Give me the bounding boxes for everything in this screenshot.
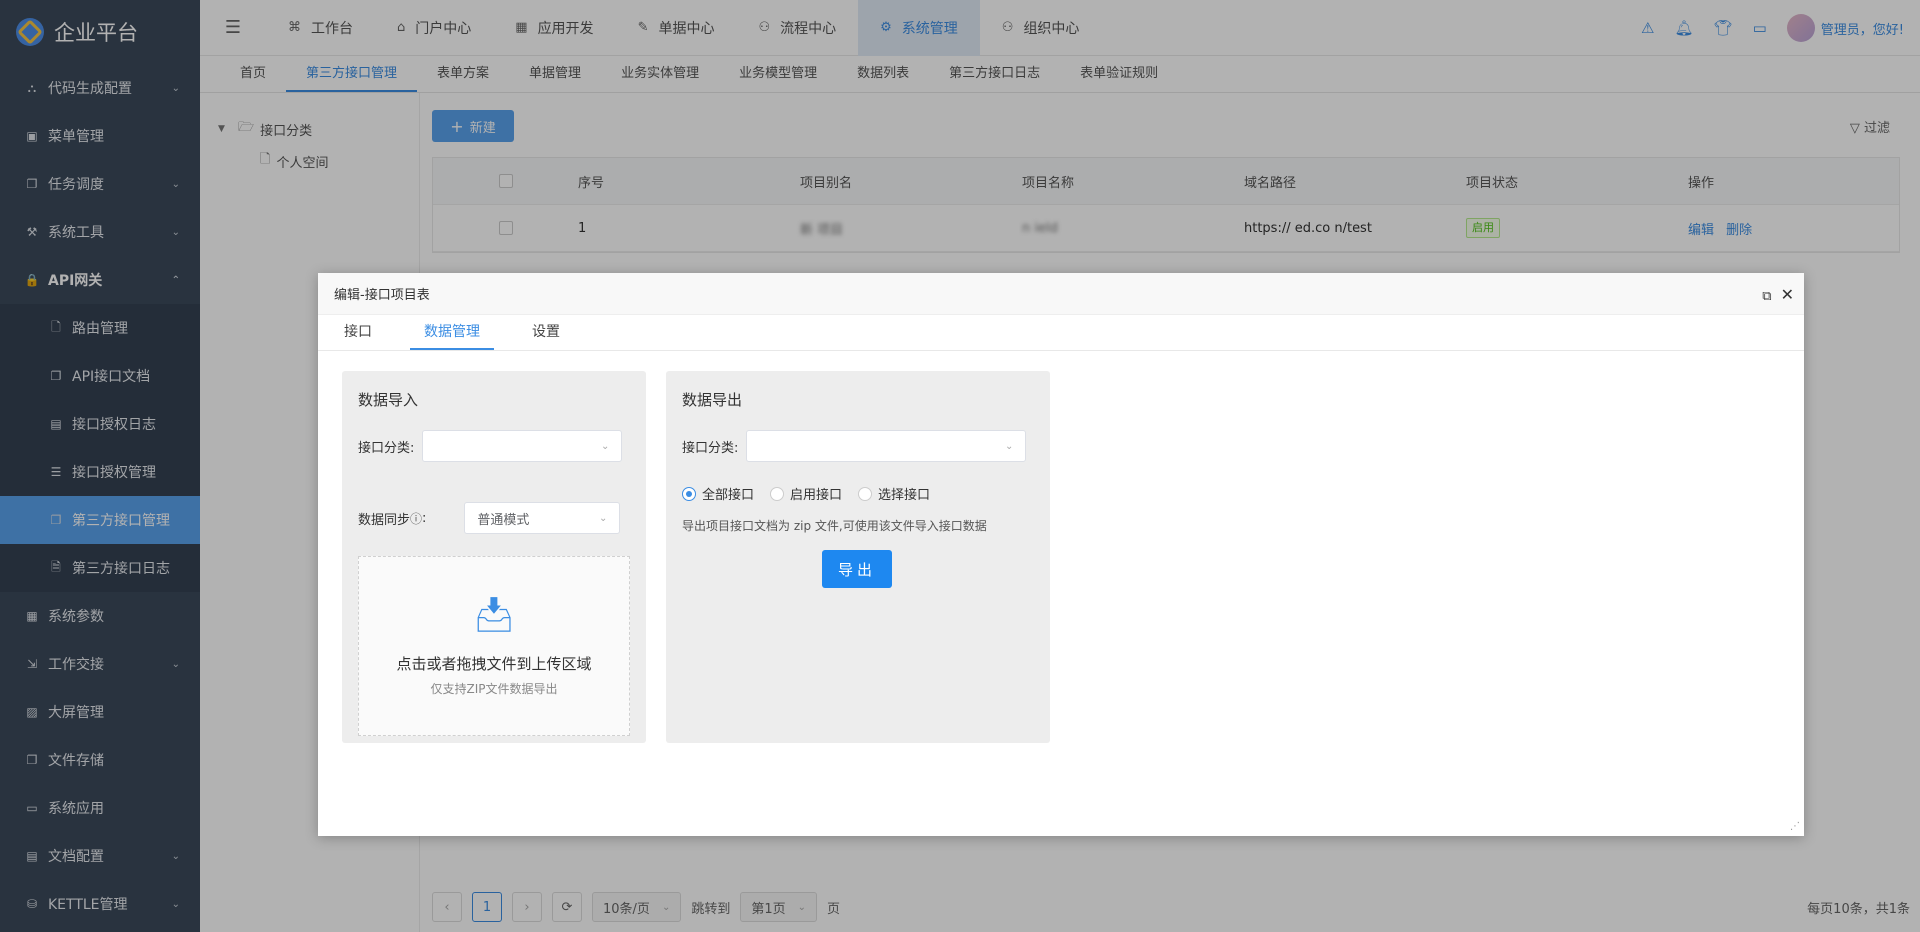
export-title: 数据导出 bbox=[682, 391, 743, 409]
modal-header: 编辑-接口项目表 ⧉ ✕ bbox=[318, 273, 1804, 315]
modal-tab-1[interactable]: 数据管理 bbox=[410, 315, 494, 350]
radio-enabled[interactable]: 启用接口 bbox=[770, 484, 842, 503]
export-category-label: 接口分类: bbox=[682, 440, 739, 456]
upload-tip-text: 仅支持ZIP文件数据导出 bbox=[430, 682, 558, 696]
maximize-icon[interactable]: ⧉ bbox=[1762, 289, 1771, 304]
radio-unchecked-icon bbox=[770, 486, 785, 501]
export-scope-radios: 全部接口 启用接口 选择接口 bbox=[682, 484, 1034, 503]
export-button[interactable]: 导出 bbox=[822, 550, 892, 588]
modal-tab-0[interactable]: 接口 bbox=[330, 315, 386, 350]
sync-label-suffix: : bbox=[422, 510, 427, 526]
radio-checked-icon bbox=[682, 486, 696, 501]
sync-mode-value: 普通模式 bbox=[477, 512, 530, 528]
resize-handle-icon[interactable]: ⋰ bbox=[1790, 821, 1800, 832]
export-hint: 导出项目接口文档为 zip 文件,可使用该文件导入接口数据 bbox=[682, 519, 987, 533]
upload-dropzone[interactable]: 📥︎ 点击或者拖拽文件到上传区域 仅支持ZIP文件数据导出 bbox=[358, 556, 630, 736]
modal-title: 编辑-接口项目表 bbox=[334, 288, 430, 303]
import-category-label: 接口分类: bbox=[358, 440, 415, 456]
chevron-down-icon: ⌄ bbox=[601, 440, 610, 452]
upload-main-text: 点击或者拖拽文件到上传区域 bbox=[396, 655, 592, 673]
modal-tab-2[interactable]: 设置 bbox=[518, 315, 574, 350]
export-card: 数据导出 接口分类: ⌄ 全部接口 启用接口 选择接口 导出项目接口文档为 zi… bbox=[666, 371, 1050, 743]
radio-select[interactable]: 选择接口 bbox=[858, 484, 930, 503]
chevron-down-icon: ⌄ bbox=[1005, 440, 1014, 452]
export-category-select[interactable]: ⌄ bbox=[746, 430, 1027, 462]
help-icon[interactable]: ⓘ bbox=[410, 510, 422, 527]
import-title: 数据导入 bbox=[358, 391, 419, 409]
radio-unchecked-icon bbox=[858, 486, 873, 501]
close-icon[interactable]: ✕ bbox=[1781, 285, 1794, 304]
edit-project-modal: 编辑-接口项目表 ⧉ ✕ 接口 数据管理 设置 数据导入 接口分类: ⌄ 数据同步 … bbox=[318, 273, 1804, 836]
import-category-select[interactable]: ⌄ bbox=[422, 430, 623, 462]
inbox-icon: 📥︎ bbox=[472, 595, 516, 635]
chevron-down-icon: ⌄ bbox=[599, 512, 608, 524]
modal-tabs: 接口 数据管理 设置 bbox=[318, 315, 1804, 351]
sync-label: 数据同步 bbox=[358, 512, 411, 528]
import-card: 数据导入 接口分类: ⌄ 数据同步 ⓘ : 普通模式 ⌄ 📥︎ 点击或者拖拽文件… bbox=[342, 371, 646, 743]
sync-mode-select[interactable]: 普通模式 ⌄ bbox=[464, 502, 621, 534]
radio-all[interactable]: 全部接口 bbox=[682, 484, 754, 503]
